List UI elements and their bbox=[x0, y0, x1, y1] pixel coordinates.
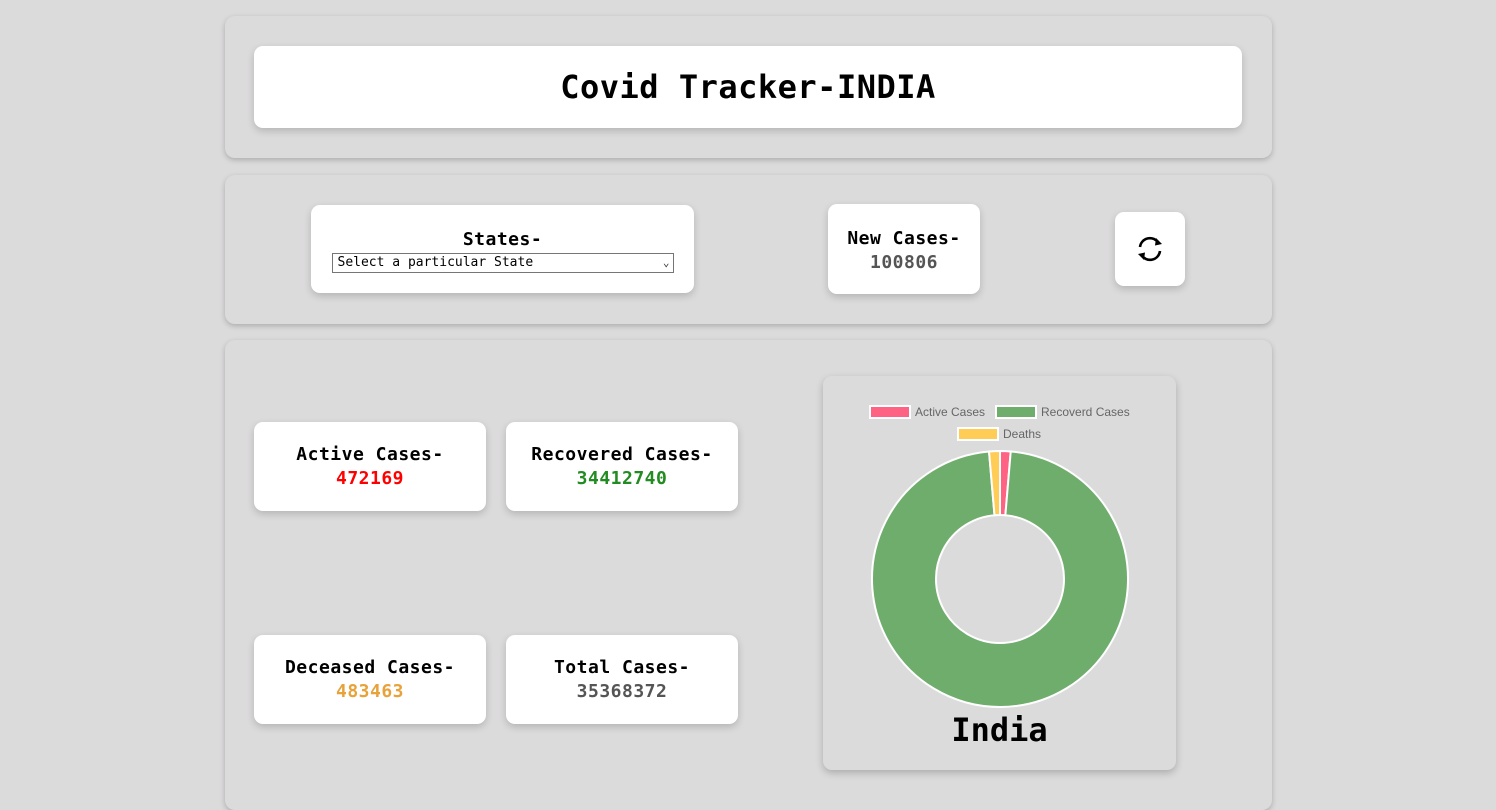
deceased-cases-value: 483463 bbox=[335, 681, 405, 702]
legend-swatch-0[interactable] bbox=[869, 405, 911, 419]
title-card: Covid Tracker-INDIA bbox=[254, 46, 1242, 128]
new-cases-card: New Cases- 100806 bbox=[828, 204, 980, 294]
new-cases-value: 100806 bbox=[869, 252, 939, 273]
deceased-cases-label: Deceased Cases- bbox=[284, 657, 456, 678]
legend-label-1[interactable]: Recoverd Cases bbox=[1041, 405, 1130, 419]
header-panel: Covid Tracker-INDIA bbox=[225, 16, 1272, 158]
new-cases-label: New Cases- bbox=[847, 228, 961, 249]
page-title: Covid Tracker-INDIA bbox=[560, 68, 936, 106]
states-label: States- bbox=[462, 229, 543, 250]
state-select[interactable]: Select a particular State ⌄ bbox=[331, 253, 674, 273]
refresh-button[interactable] bbox=[1115, 212, 1185, 286]
chart-slices bbox=[871, 449, 1129, 708]
legend-swatch-2[interactable] bbox=[957, 427, 999, 441]
state-select-value: Select a particular State bbox=[337, 255, 534, 270]
states-card: States- Select a particular State ⌄ bbox=[311, 205, 694, 293]
refresh-icon bbox=[1138, 236, 1162, 262]
deceased-cases-card: Deceased Cases- 483463 bbox=[254, 635, 486, 724]
donut-chart: Active Cases Recoverd CasesDeaths bbox=[869, 405, 1130, 708]
total-cases-label: Total Cases- bbox=[553, 657, 691, 678]
chart-panel: Active Cases Recoverd Cases Deaths India bbox=[823, 376, 1176, 770]
active-cases-value: 472169 bbox=[335, 468, 405, 489]
controls-panel: States- Select a particular State ⌄ New … bbox=[225, 175, 1272, 324]
chart-title: India bbox=[951, 711, 1048, 749]
recovered-cases-value: 34412740 bbox=[576, 468, 668, 489]
active-cases-label: Active Cases- bbox=[296, 444, 444, 465]
recovered-cases-card: Recovered Cases- 34412740 bbox=[506, 422, 738, 511]
recovered-cases-label: Recovered Cases- bbox=[531, 444, 713, 465]
chevron-down-icon: ⌄ bbox=[662, 256, 670, 269]
legend-label-0[interactable]: Active Cases bbox=[915, 405, 985, 419]
active-cases-card: Active Cases- 472169 bbox=[254, 422, 486, 511]
stats-panel: Active Cases- 472169 Recovered Cases- 34… bbox=[225, 340, 1272, 810]
legend-swatch-1[interactable] bbox=[995, 405, 1037, 419]
legend-label-2[interactable]: Deaths bbox=[1003, 427, 1041, 441]
total-cases-card: Total Cases- 35368372 bbox=[506, 635, 738, 724]
total-cases-value: 35368372 bbox=[576, 681, 668, 702]
chart-legend: Active Cases Recoverd CasesDeaths bbox=[869, 405, 1130, 441]
